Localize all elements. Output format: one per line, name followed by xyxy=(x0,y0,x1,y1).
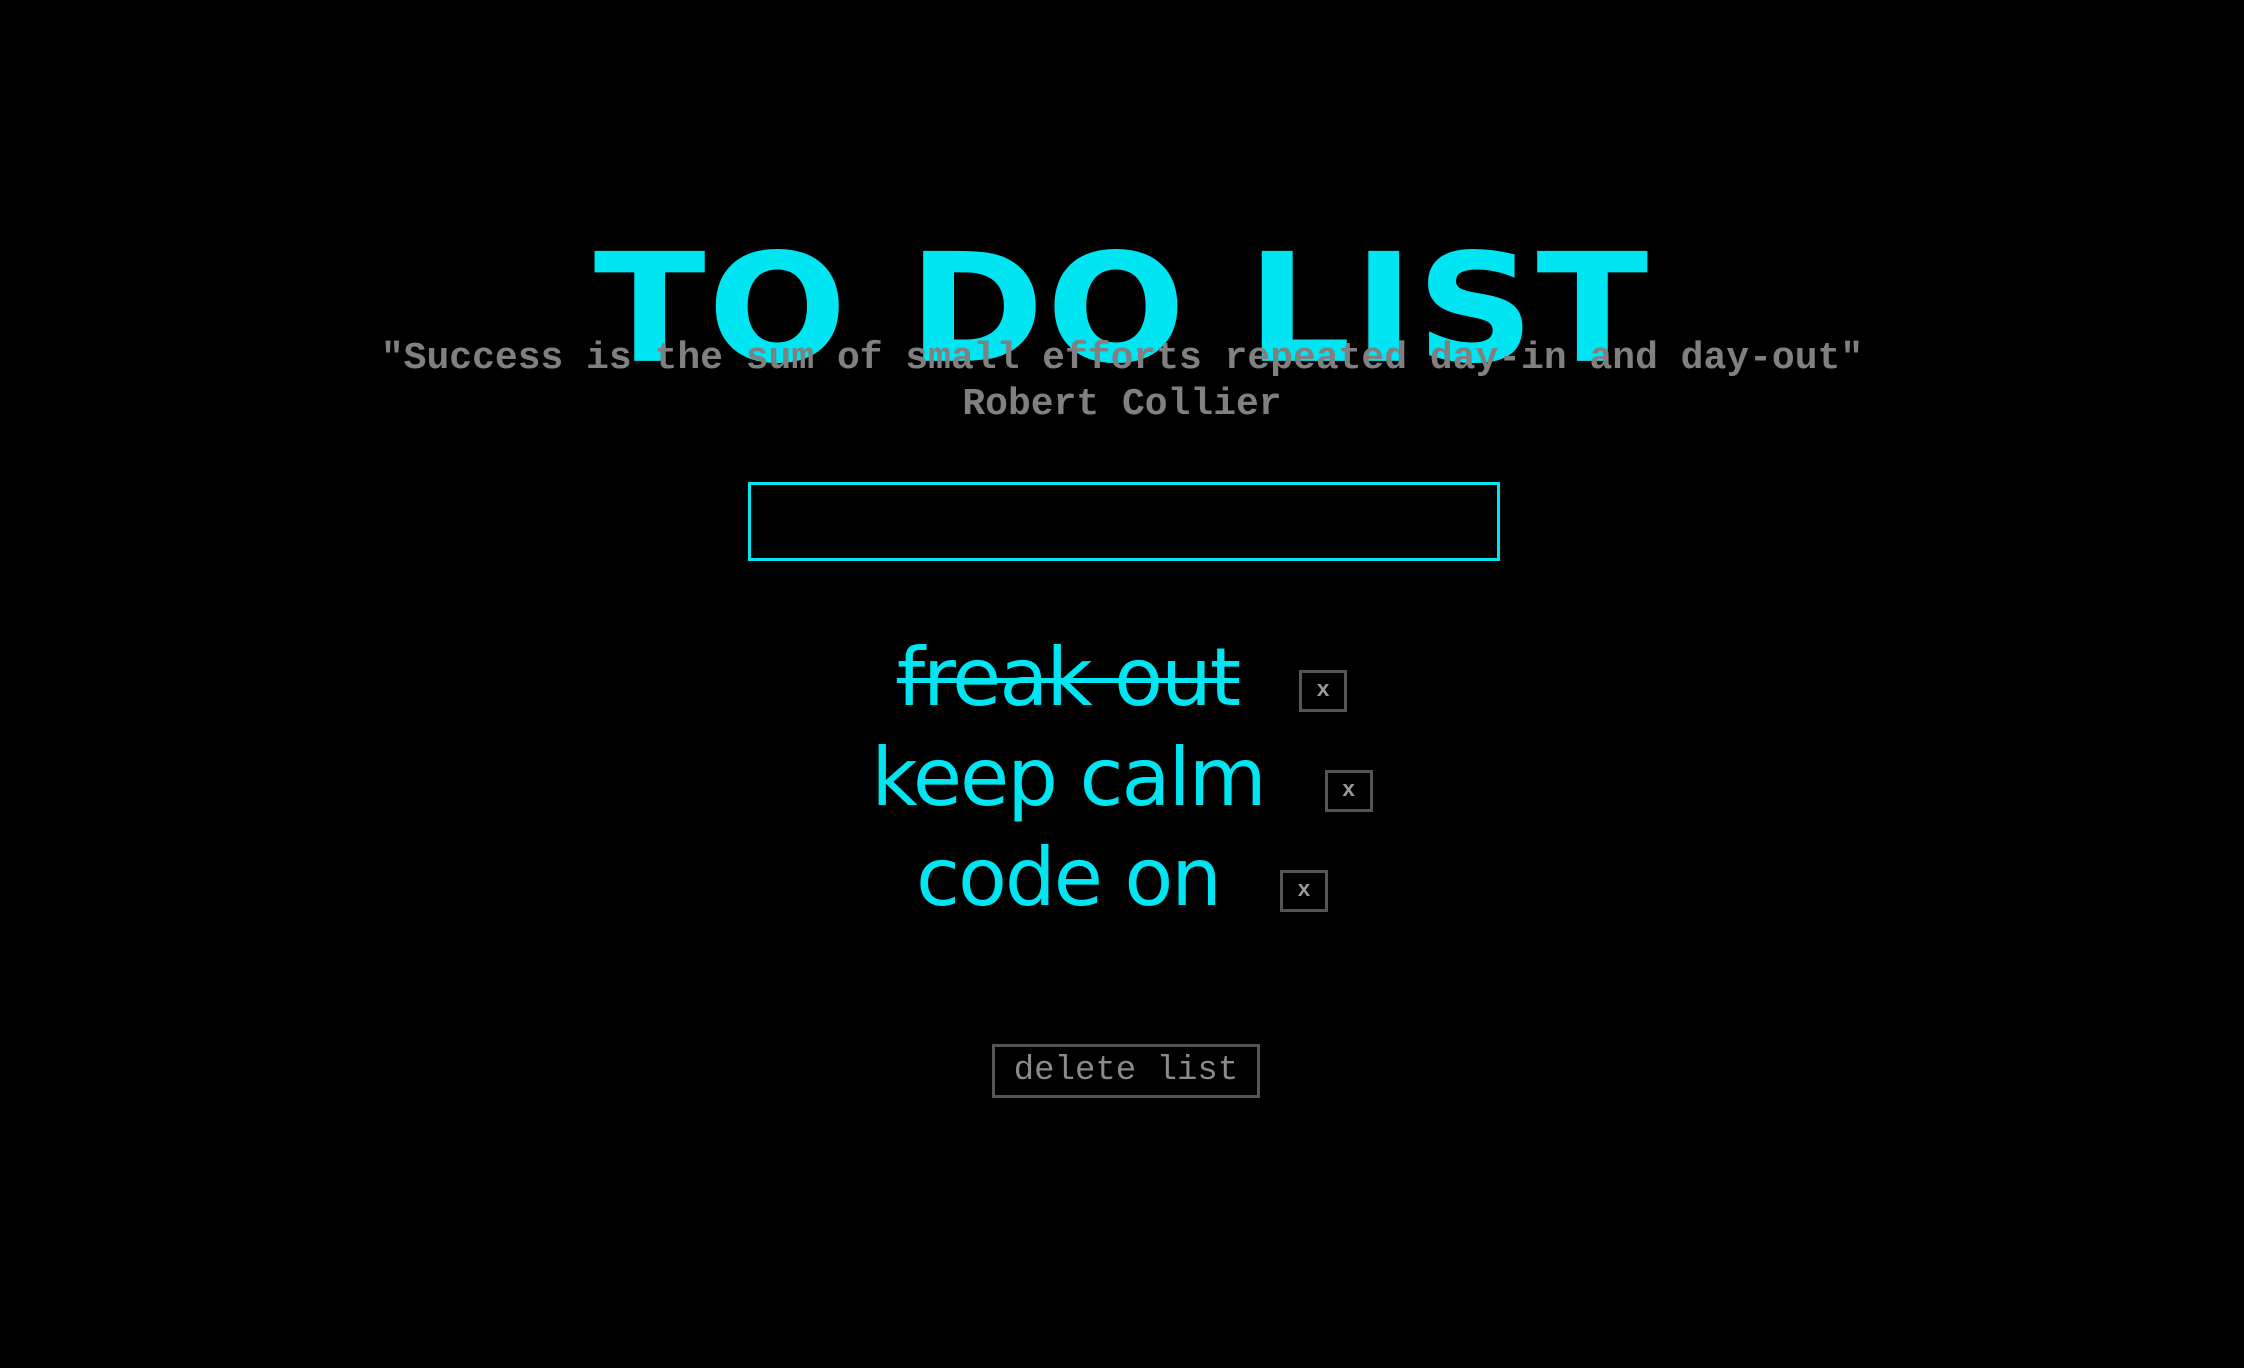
delete-list-button[interactable]: delete list xyxy=(992,1044,1260,1098)
remove-task-button[interactable]: x xyxy=(1299,670,1348,712)
task-item-code-on: code on x xyxy=(0,828,2244,928)
task-text[interactable]: code on xyxy=(916,828,1222,928)
quote-block: "Success is the sum of small efforts rep… xyxy=(0,336,2244,428)
quote-author: Robert Collier xyxy=(962,383,1282,426)
remove-task-button[interactable]: x xyxy=(1324,770,1373,812)
task-list: freak out x keep calm x code on x xyxy=(0,628,2244,928)
task-item-keep-calm: keep calm x xyxy=(0,728,2244,828)
task-text[interactable]: freak out xyxy=(897,628,1241,728)
remove-task-button[interactable]: x xyxy=(1280,870,1328,912)
quote-text: "Success is the sum of small efforts rep… xyxy=(380,337,1864,380)
task-item-freak-out: freak out x xyxy=(0,628,2244,728)
new-task-input[interactable] xyxy=(748,482,1500,561)
task-text[interactable]: keep calm xyxy=(871,728,1266,828)
